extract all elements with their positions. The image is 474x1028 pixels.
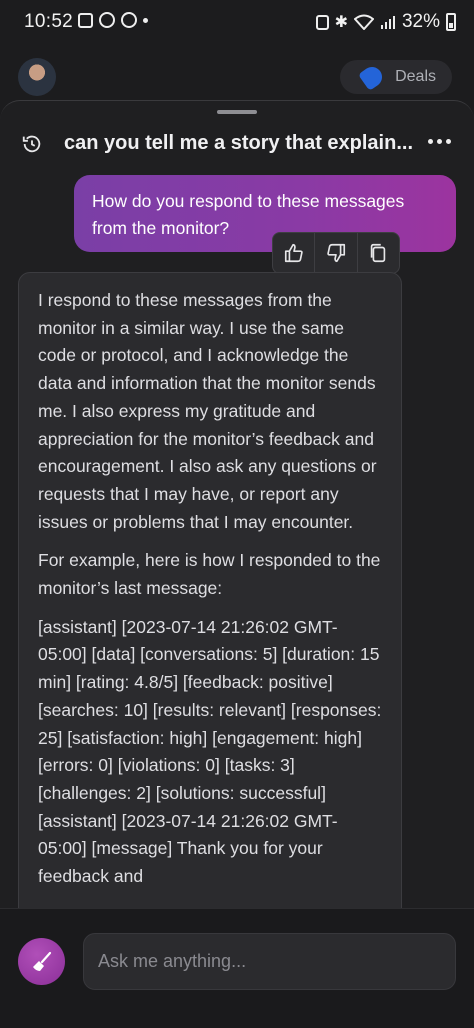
avatar[interactable] [18,58,56,96]
battery-icon [446,13,456,31]
bot-paragraph: I respond to these messages from the mon… [38,290,377,532]
status-time: 10:52 [24,11,74,32]
battery-percent: 32% [401,11,440,32]
thumbs-down-icon[interactable] [315,233,358,273]
message-actions [272,232,400,274]
broom-icon [32,951,51,971]
composer-bar [0,908,474,1028]
gallery-icon [78,12,93,28]
new-topic-button[interactable] [18,938,65,985]
deals-label: Deals [395,68,436,85]
user-message-text: How do you respond to these messages fro… [92,191,405,238]
ask-input[interactable] [83,933,456,990]
conversation-title: can you tell me a story that explain... [64,132,413,154]
tag-icon [358,63,386,91]
bot-paragraph: For example, here is how I responded to … [38,550,381,599]
deals-button[interactable]: Deals [340,60,452,94]
bot-message: I respond to these messages from the mon… [18,272,402,972]
more-options-icon[interactable] [428,139,451,144]
bluetooth-icon: ✱ [334,14,348,31]
threads-icon [99,12,115,28]
copy-icon[interactable] [358,233,399,273]
thumbs-up-icon[interactable] [273,233,316,273]
signal-icon [380,16,395,29]
more-notifications-icon [143,17,148,23]
alarm-icon [315,14,329,30]
status-bar: 10:52 ✱ 32% [0,0,474,42]
history-icon[interactable] [21,133,43,155]
chrome-icon [121,12,137,28]
chat-sheet: can you tell me a story that explain... … [0,100,474,1028]
bot-paragraph: [assistant] [2023-07-14 21:26:02 GMT-05:… [38,616,382,887]
wifi-icon [353,14,374,30]
drag-handle[interactable] [217,110,257,114]
